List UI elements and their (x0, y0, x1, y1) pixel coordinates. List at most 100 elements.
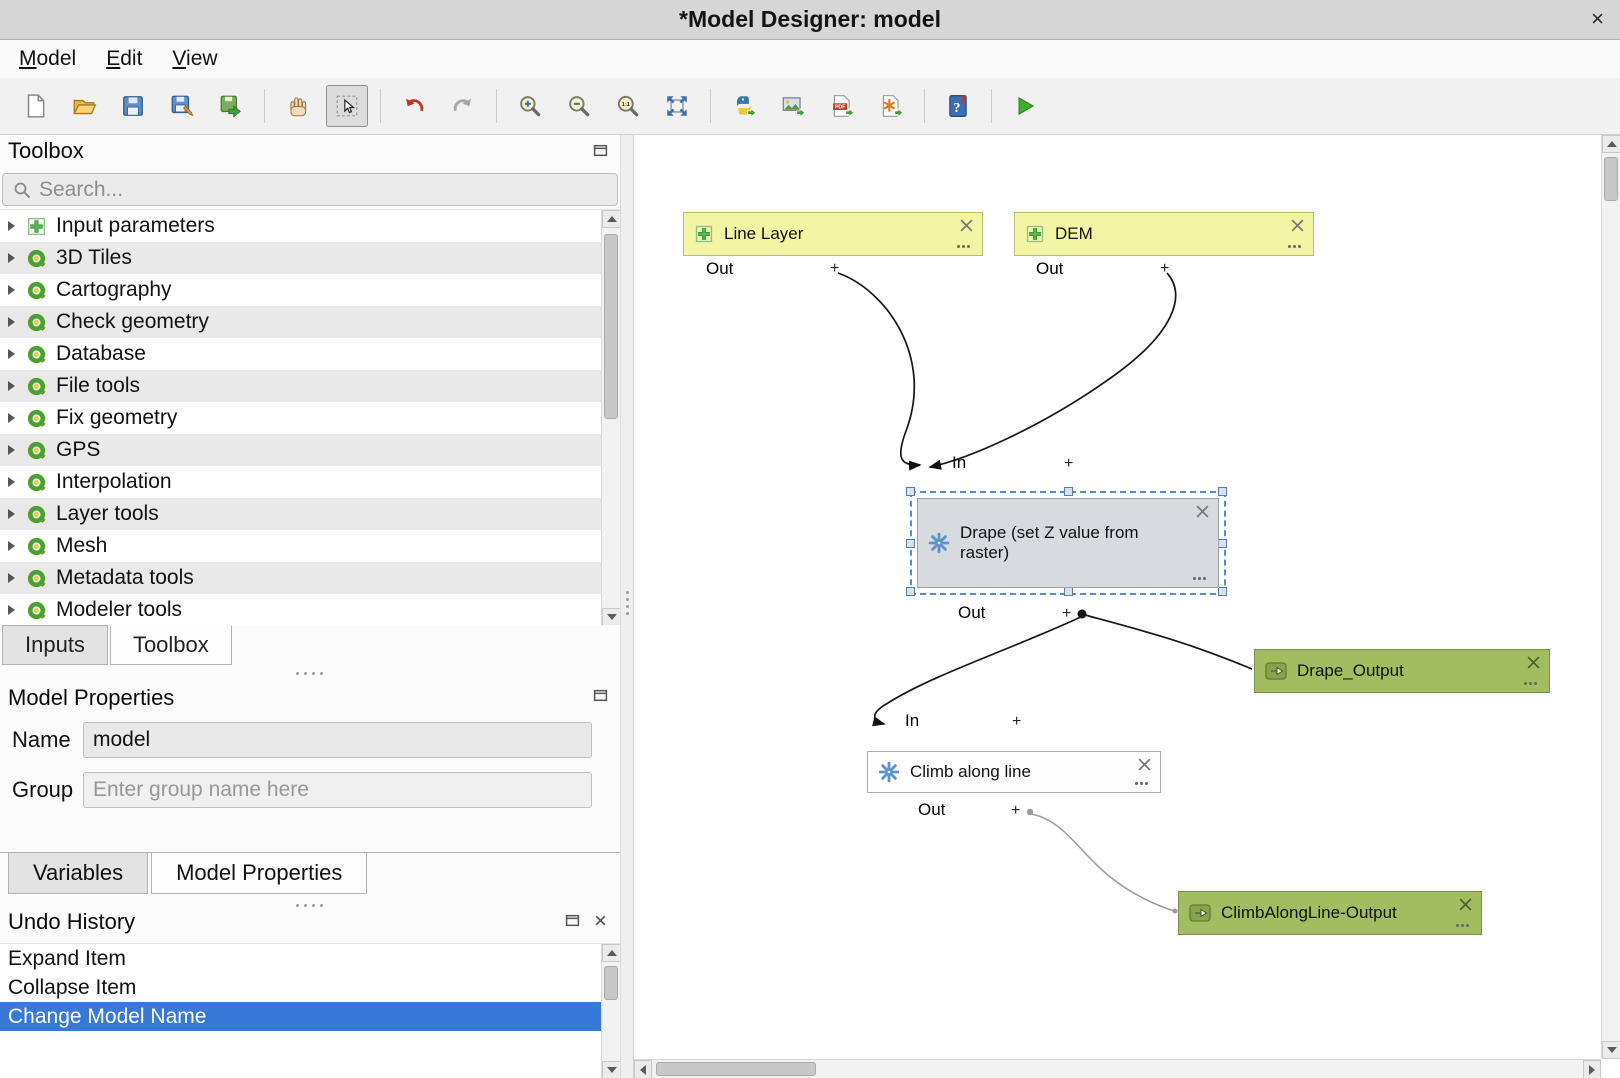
toolbox-group-layer-tools[interactable]: Layer tools (0, 498, 620, 530)
menu-model[interactable]: Model (4, 43, 91, 75)
menu-view[interactable]: View (157, 43, 232, 75)
scroll-down-button[interactable] (1602, 1041, 1620, 1059)
scroll-thumb[interactable] (604, 234, 618, 419)
node-dem[interactable]: DEM (1014, 212, 1314, 256)
expand-arrow-icon[interactable] (8, 349, 15, 359)
canvas-horizontal-scrollbar[interactable] (634, 1059, 1601, 1078)
port-out-label[interactable]: Out (958, 603, 985, 623)
close-window-button[interactable]: × (1591, 6, 1604, 32)
selection-handle[interactable] (1064, 487, 1073, 496)
port-expand-plus[interactable]: + (1160, 260, 1169, 278)
help-button[interactable]: ? (937, 85, 979, 127)
node-line-layer[interactable]: Line Layer (683, 212, 983, 256)
collapse-node-icon[interactable] (1137, 757, 1152, 772)
expand-arrow-icon[interactable] (8, 509, 15, 519)
save-model-in-project-button[interactable] (210, 85, 252, 127)
collapse-node-icon[interactable] (1458, 897, 1473, 912)
undo-item[interactable]: Collapse Item (0, 973, 620, 1002)
undo-item-selected[interactable]: Change Model Name (0, 1002, 620, 1031)
expand-arrow-icon[interactable] (8, 221, 15, 231)
toolbox-group-gps[interactable]: GPS (0, 434, 620, 466)
float-panel-icon[interactable] (593, 143, 608, 158)
toolbox-group-database[interactable]: Database (0, 338, 620, 370)
canvas-vertical-scrollbar[interactable] (1601, 135, 1620, 1059)
save-model-as-button[interactable] (161, 85, 203, 127)
export-python-button[interactable] (723, 85, 765, 127)
splitter-handle[interactable] (296, 904, 323, 907)
selection-handle[interactable] (906, 587, 915, 596)
expand-arrow-icon[interactable] (8, 445, 15, 455)
node-drape[interactable]: Drape (set Z value from raster) (917, 498, 1219, 588)
expand-arrow-icon[interactable] (8, 253, 15, 263)
pan-button[interactable] (277, 85, 319, 127)
collapse-node-icon[interactable] (959, 218, 974, 233)
close-panel-icon[interactable] (593, 913, 608, 928)
zoom-out-button[interactable] (558, 85, 600, 127)
zoom-in-button[interactable] (509, 85, 551, 127)
panel-canvas-splitter[interactable] (620, 135, 634, 1078)
port-out-label[interactable]: Out (1036, 259, 1063, 279)
toolbox-group-input-parameters[interactable]: Input parameters (0, 210, 620, 242)
collapse-node-icon[interactable] (1195, 504, 1210, 519)
model-canvas[interactable]: Line Layer Out + DEM Out + In + Drape (s… (634, 135, 1620, 1078)
scroll-down-button[interactable] (602, 1061, 620, 1078)
selection-handle[interactable] (906, 487, 915, 496)
scroll-down-button[interactable] (602, 608, 620, 625)
redo-button[interactable] (442, 85, 484, 127)
selection-handle[interactable] (1064, 587, 1073, 596)
scroll-right-button[interactable] (1583, 1060, 1601, 1078)
port-expand-plus[interactable]: + (1011, 802, 1020, 820)
open-model-button[interactable] (63, 85, 105, 127)
undo-button[interactable] (393, 85, 435, 127)
zoom-actual-button[interactable]: 1:1 (607, 85, 649, 127)
selection-handle[interactable] (1218, 487, 1227, 496)
tab-variables[interactable]: Variables (8, 853, 148, 894)
toolbox-group-metadata-tools[interactable]: Metadata tools (0, 562, 620, 594)
toolbox-group-modeler-tools[interactable]: Modeler tools (0, 594, 620, 625)
expand-arrow-icon[interactable] (8, 605, 15, 615)
toolbox-group-3d-tiles[interactable]: 3D Tiles (0, 242, 620, 274)
port-expand-plus[interactable]: + (1064, 455, 1073, 473)
tab-inputs[interactable]: Inputs (2, 625, 108, 665)
collapse-node-icon[interactable] (1290, 218, 1305, 233)
port-expand-plus[interactable]: + (830, 260, 839, 278)
port-expand-plus[interactable]: + (1012, 713, 1021, 731)
expand-arrow-icon[interactable] (8, 541, 15, 551)
selection-handle[interactable] (1218, 587, 1227, 596)
zoom-full-button[interactable] (656, 85, 698, 127)
port-out-label[interactable]: Out (706, 259, 733, 279)
scroll-thumb[interactable] (1604, 157, 1618, 201)
toolbox-group-check-geometry[interactable]: Check geometry (0, 306, 620, 338)
toolbox-group-mesh[interactable]: Mesh (0, 530, 620, 562)
tab-toolbox[interactable]: Toolbox (110, 625, 232, 665)
scroll-up-button[interactable] (602, 944, 620, 962)
collapse-node-icon[interactable] (1526, 655, 1541, 670)
model-group-input[interactable] (83, 772, 592, 808)
select-move-item-button[interactable] (326, 85, 368, 127)
toolbox-group-interpolation[interactable]: Interpolation (0, 466, 620, 498)
selection-handle[interactable] (906, 539, 915, 548)
scroll-thumb[interactable] (656, 1062, 816, 1076)
port-expand-plus[interactable]: + (1062, 605, 1071, 623)
scroll-left-button[interactable] (634, 1060, 652, 1078)
export-pdf-button[interactable]: PDF (821, 85, 863, 127)
scroll-up-button[interactable] (1602, 135, 1620, 153)
menu-edit[interactable]: Edit (91, 43, 157, 75)
export-image-button[interactable] (772, 85, 814, 127)
expand-arrow-icon[interactable] (8, 381, 15, 391)
expand-arrow-icon[interactable] (8, 477, 15, 487)
scroll-thumb[interactable] (604, 966, 618, 1000)
expand-arrow-icon[interactable] (8, 413, 15, 423)
expand-arrow-icon[interactable] (8, 573, 15, 583)
toolbox-scrollbar[interactable] (601, 210, 620, 625)
search-input[interactable] (39, 178, 579, 202)
splitter-handle[interactable] (296, 672, 323, 675)
port-in-label[interactable]: In (905, 711, 919, 731)
node-climb-along-line[interactable]: Climb along line (867, 751, 1161, 793)
tab-model-properties[interactable]: Model Properties (151, 853, 367, 894)
port-in-label[interactable]: In (952, 453, 966, 473)
export-svg-button[interactable] (870, 85, 912, 127)
undo-history-scrollbar[interactable] (601, 944, 620, 1078)
selection-handle[interactable] (1218, 539, 1227, 548)
node-climbalongline-output[interactable]: ClimbAlongLine-Output (1178, 891, 1482, 935)
